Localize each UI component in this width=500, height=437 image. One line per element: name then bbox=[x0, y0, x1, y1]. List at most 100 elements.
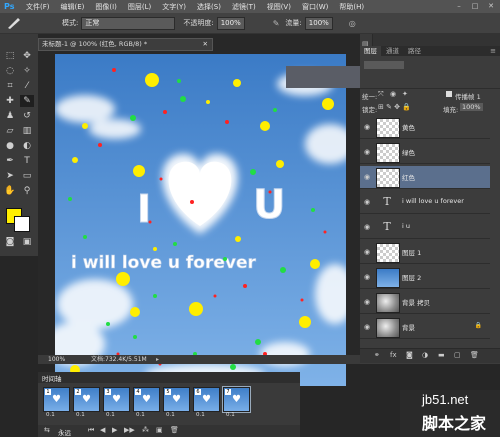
mask-icon[interactable]: ◙ bbox=[406, 351, 413, 359]
eye-icon[interactable]: ◉ bbox=[362, 322, 372, 332]
timeline-frame[interactable]: ♥ 3 0.1 bbox=[103, 387, 130, 421]
eraser-icon[interactable]: ▱ bbox=[3, 125, 17, 137]
airbrush-icon[interactable]: ✎ bbox=[273, 19, 280, 28]
maximize-icon[interactable]: □ bbox=[468, 1, 482, 11]
background-color-swatch[interactable] bbox=[14, 216, 30, 232]
document-tab[interactable]: 未标题-1 @ 100% (红色, RGB/8) * ✕ bbox=[38, 38, 213, 51]
new-group-icon[interactable]: ▬ bbox=[438, 351, 445, 359]
blur-icon[interactable]: ● bbox=[3, 140, 17, 152]
hand-icon[interactable]: ✋ bbox=[3, 185, 17, 197]
menu-image[interactable]: 图像(I) bbox=[95, 2, 117, 12]
screen-mode-icon[interactable]: ▣ bbox=[20, 236, 34, 248]
healing-icon[interactable]: ✚ bbox=[3, 95, 17, 107]
timeline-frame[interactable]: ♥ 1 0.1 bbox=[43, 387, 70, 421]
tab-close-icon[interactable]: ✕ bbox=[203, 39, 208, 50]
frame-delay[interactable]: 0.1 bbox=[106, 412, 115, 418]
eyedropper-icon[interactable]: ⁄ bbox=[20, 80, 34, 92]
pen-icon[interactable]: ✒ bbox=[3, 155, 17, 167]
frame-delay[interactable]: 0.1 bbox=[136, 412, 145, 418]
layer-row[interactable]: ◉ Ti u bbox=[360, 216, 490, 239]
menu-edit[interactable]: 编辑(E) bbox=[61, 2, 85, 12]
move-icon[interactable]: ✥ bbox=[20, 50, 34, 62]
layer-row[interactable]: ◉ 黄色 bbox=[360, 116, 490, 139]
opacity-input[interactable]: 100% bbox=[216, 16, 245, 30]
lasso-icon[interactable]: ◌ bbox=[3, 65, 17, 77]
lock-icon[interactable]: ⊞ ✎ ✥ 🔒 bbox=[378, 103, 411, 111]
stamp-icon[interactable]: ♟ bbox=[3, 110, 17, 122]
convert-icon[interactable]: ⇆ bbox=[44, 426, 50, 434]
quick-mask-icon[interactable]: ◙ bbox=[3, 236, 17, 248]
timeline-frame[interactable]: ♥ 4 0.1 bbox=[133, 387, 160, 421]
brush-tool-preset-icon[interactable] bbox=[6, 16, 22, 30]
gradient-icon[interactable]: ▥ bbox=[20, 125, 34, 137]
menu-filter[interactable]: 滤镜(T) bbox=[232, 2, 256, 12]
new-layer-icon[interactable]: ▢ bbox=[454, 351, 461, 359]
prev-frame-icon[interactable]: ◀ bbox=[100, 426, 105, 434]
eye-icon[interactable]: ◉ bbox=[362, 197, 372, 207]
crop-icon[interactable]: ⌗ bbox=[3, 80, 17, 92]
mode-select[interactable]: 正常 bbox=[81, 16, 176, 30]
unify-position-icon[interactable]: ⤧ bbox=[378, 90, 384, 99]
timeline-frame[interactable]: ♥ 6 0.1 bbox=[193, 387, 220, 421]
adjustment-icon[interactable]: ◑ bbox=[422, 351, 428, 359]
layer-row[interactable]: ◉ 红色 bbox=[360, 166, 490, 189]
frame-delay[interactable]: 0.1 bbox=[226, 412, 235, 418]
canvas[interactable]: I U i will love u forever bbox=[55, 54, 346, 386]
layer-row[interactable]: ◉ 背景 🔒 bbox=[360, 316, 490, 339]
delete-frame-icon[interactable]: 🗑 bbox=[170, 426, 179, 434]
play-icon[interactable]: ▶ bbox=[112, 426, 117, 434]
panel-menu-icon[interactable]: ≡ bbox=[490, 46, 496, 56]
minimize-icon[interactable]: – bbox=[452, 1, 466, 11]
dodge-icon[interactable]: ◐ bbox=[20, 140, 34, 152]
eye-icon[interactable]: ◉ bbox=[362, 122, 372, 132]
menu-view[interactable]: 视图(V) bbox=[267, 2, 291, 12]
close-icon[interactable]: ✕ bbox=[484, 1, 498, 11]
menu-layer[interactable]: 图层(L) bbox=[128, 2, 151, 12]
flow-input[interactable]: 100% bbox=[304, 16, 333, 30]
menu-window[interactable]: 窗口(W) bbox=[302, 2, 328, 12]
pressure-icon[interactable]: ◎ bbox=[349, 19, 356, 28]
tab-layers[interactable]: 图层 bbox=[360, 46, 381, 56]
frame-delay[interactable]: 0.1 bbox=[196, 412, 205, 418]
frame-delay[interactable]: 0.1 bbox=[46, 412, 55, 418]
tab-paths[interactable]: 路径 bbox=[404, 46, 425, 56]
status-arrow-icon[interactable]: ▸ bbox=[156, 355, 159, 364]
layer-row[interactable]: ◉ Ti will love u forever bbox=[360, 191, 490, 214]
loop-select[interactable]: 永远 bbox=[58, 427, 71, 437]
first-frame-icon[interactable]: ⏮ bbox=[88, 426, 94, 435]
timeline-frame[interactable]: ♥ 7 0.1 bbox=[222, 386, 251, 421]
fill-input[interactable]: 100% bbox=[460, 103, 483, 111]
duplicate-frame-icon[interactable]: ▣ bbox=[156, 426, 163, 434]
eye-icon[interactable]: ◉ bbox=[362, 297, 372, 307]
brush-icon[interactable]: ✎ bbox=[20, 95, 34, 107]
link-layers-icon[interactable]: ⚭ bbox=[374, 351, 380, 359]
history-brush-icon[interactable]: ↺ bbox=[20, 110, 34, 122]
eye-icon[interactable]: ◉ bbox=[362, 172, 372, 182]
next-frame-icon[interactable]: ▶▶ bbox=[124, 426, 135, 434]
menu-select[interactable]: 选择(S) bbox=[197, 2, 221, 12]
propagate-checkbox[interactable] bbox=[446, 91, 452, 97]
tab-channels[interactable]: 通道 bbox=[382, 46, 403, 56]
zoom-icon[interactable]: ⚲ bbox=[20, 185, 34, 197]
eye-icon[interactable]: ◉ bbox=[362, 272, 372, 282]
zoom-level[interactable]: 100% bbox=[48, 355, 65, 364]
delete-layer-icon[interactable]: 🗑 bbox=[470, 351, 479, 359]
eye-icon[interactable]: ◉ bbox=[362, 247, 372, 257]
timeline-frame[interactable]: ♥ 2 0.1 bbox=[73, 387, 100, 421]
layer-kind-filter[interactable] bbox=[364, 61, 404, 69]
layer-row[interactable]: ◉ 绿色 bbox=[360, 141, 490, 164]
layer-row[interactable]: ◉ 图层 2 bbox=[360, 266, 490, 289]
tween-icon[interactable]: ⁂ bbox=[142, 426, 149, 434]
timeline-frame[interactable]: ♥ 5 0.1 bbox=[163, 387, 190, 421]
menu-file[interactable]: 文件(F) bbox=[26, 2, 50, 12]
unify-visibility-icon[interactable]: ◉ bbox=[390, 90, 396, 98]
marquee-icon[interactable]: ⬚ bbox=[3, 50, 17, 62]
layer-row[interactable]: ◉ 背景 拷贝 bbox=[360, 291, 490, 314]
layer-row[interactable]: ◉ 图层 1 bbox=[360, 241, 490, 264]
fx-icon[interactable]: fx bbox=[390, 351, 397, 359]
magic-wand-icon[interactable]: ✧ bbox=[20, 65, 34, 77]
eye-icon[interactable]: ◉ bbox=[362, 222, 372, 232]
frame-delay[interactable]: 0.1 bbox=[166, 412, 175, 418]
frame-delay[interactable]: 0.1 bbox=[76, 412, 85, 418]
shape-icon[interactable]: ▭ bbox=[20, 170, 34, 182]
